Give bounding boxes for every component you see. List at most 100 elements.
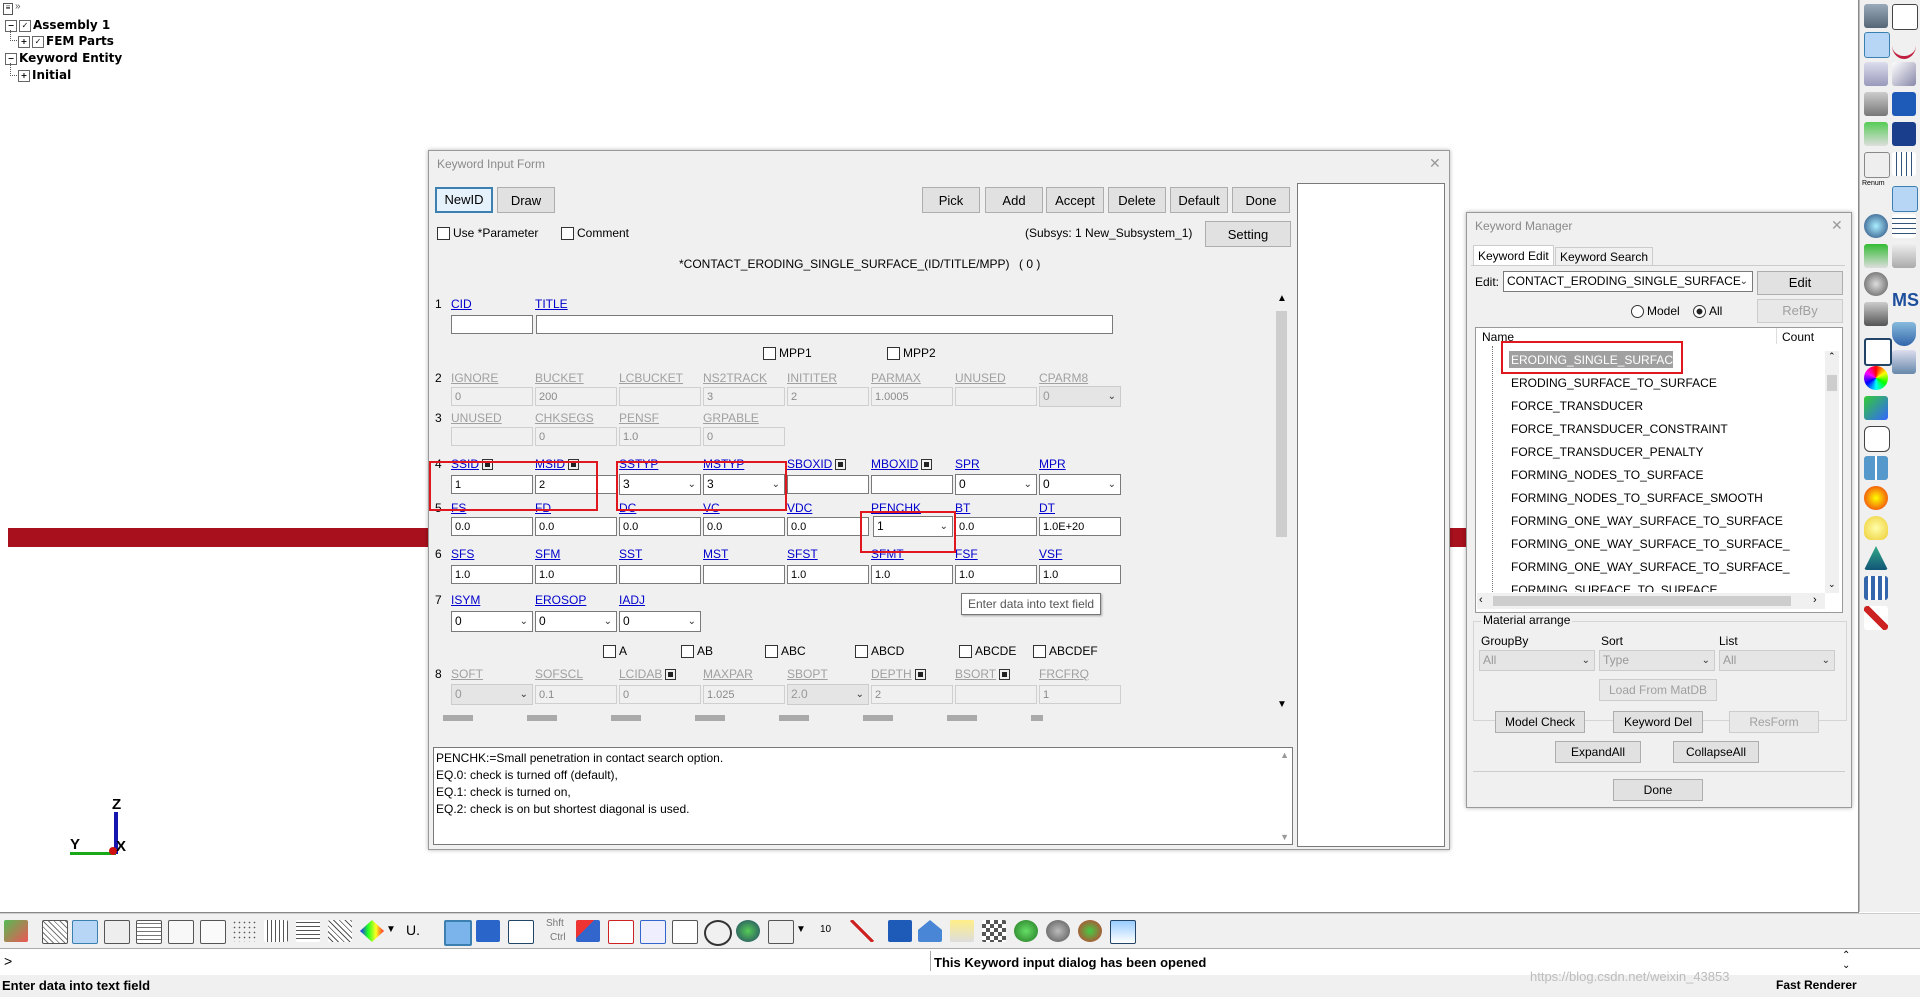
refby-button[interactable]: RefBy <box>1757 299 1843 323</box>
isym-select[interactable]: 0 ⌄ <box>451 611 533 632</box>
spr-link[interactable]: SPR <box>955 457 980 471</box>
setting-button[interactable]: Setting <box>1205 221 1291 247</box>
list-item[interactable]: FORMING_NODES_TO_SURFACE_SMOOTH <box>1511 491 1763 505</box>
tree-item-assembly[interactable]: − ✓ Assembly 1 <box>5 18 110 32</box>
isym-link[interactable]: ISYM <box>451 593 480 607</box>
add-button[interactable]: Add <box>985 187 1043 213</box>
pick-button[interactable]: Pick <box>922 187 980 213</box>
list-item[interactable]: ERODING_SINGLE_SURFACE <box>1511 353 1681 367</box>
part-list-icon[interactable] <box>1864 62 1888 86</box>
gears-icon[interactable] <box>1864 4 1888 28</box>
tree-expand-icon[interactable]: + <box>18 69 30 82</box>
scroll-left-icon[interactable]: ‹ <box>1479 594 1483 606</box>
scroll-down-icon[interactable]: ▼ <box>1280 832 1289 842</box>
cparm8-select[interactable]: 0 ⌄ <box>1039 386 1121 407</box>
use-parameter-checkbox[interactable] <box>437 227 450 240</box>
sfst-field[interactable]: 1.0 <box>787 565 869 584</box>
all-radio[interactable] <box>1693 305 1706 318</box>
title-field[interactable] <box>536 315 1113 334</box>
pensf-field[interactable]: 1.0 <box>619 427 701 446</box>
tree-item-keyword-entity[interactable]: − Keyword Entity <box>5 51 122 65</box>
bt-link[interactable]: BT <box>955 501 970 515</box>
vdc-field[interactable]: 0.0 <box>787 517 869 536</box>
newid-button[interactable]: NewID <box>435 187 493 213</box>
cube-hidden-icon[interactable] <box>168 920 194 944</box>
fringe-icon[interactable] <box>360 920 384 942</box>
tree-expand-icon[interactable]: + <box>18 35 30 48</box>
mst-link[interactable]: MST <box>703 547 728 561</box>
dots-icon[interactable] <box>232 920 256 942</box>
color-wheel-icon[interactable] <box>1864 366 1888 390</box>
frcfrq-field[interactable]: 1 <box>1039 685 1121 704</box>
mpp2-checkbox[interactable] <box>887 347 900 360</box>
cube-3d-icon[interactable] <box>888 920 912 942</box>
cube-edge-icon[interactable] <box>200 920 226 944</box>
list-item[interactable]: FORCE_TRANSDUCER <box>1511 399 1643 413</box>
scroll-down-icon[interactable]: ⌄ <box>1828 579 1836 590</box>
scroll-up-icon[interactable]: ▲ <box>1280 750 1289 760</box>
scroll-right-icon[interactable]: › <box>1813 594 1817 606</box>
tool-icon[interactable] <box>1864 302 1888 326</box>
sfm-link[interactable]: SFM <box>535 547 560 561</box>
mesh-cube-icon[interactable] <box>296 920 320 942</box>
scroll-up-icon[interactable]: ▲ <box>1277 293 1287 304</box>
list-hscrollbar[interactable]: ‹ › <box>1477 593 1825 609</box>
iadj-select[interactable]: 0 ⌄ <box>619 611 701 632</box>
ignore-field[interactable]: 0 <box>451 387 533 406</box>
edit-button[interactable]: Edit <box>1757 271 1843 295</box>
dt-field[interactable]: 1.0E+20 <box>1039 517 1121 536</box>
settings-list-icon[interactable] <box>1864 92 1888 116</box>
bucket-field[interactable]: 200 <box>535 387 617 406</box>
done-button[interactable]: Done <box>1232 187 1290 213</box>
parmax-field[interactable]: 1.0005 <box>871 387 953 406</box>
vdc-link[interactable]: VDC <box>787 501 812 515</box>
checker-icon[interactable] <box>982 920 1006 942</box>
tree-expand-icon[interactable]: » <box>15 1 21 12</box>
globe-icon[interactable] <box>736 920 760 942</box>
sort-select[interactable]: Type ⌄ <box>1599 650 1715 671</box>
sfs-field[interactable]: 1.0 <box>451 565 533 584</box>
comment-checkbox[interactable] <box>561 227 574 240</box>
bsort-field[interactable] <box>955 685 1037 704</box>
plane-icon[interactable] <box>1892 62 1916 86</box>
list-item[interactable]: FORCE_TRANSDUCER_PENALTY <box>1511 445 1703 459</box>
window-icon[interactable] <box>1864 338 1892 366</box>
sphere-icon[interactable] <box>1864 214 1888 238</box>
title-link[interactable]: TITLE <box>535 297 568 311</box>
depth-field[interactable]: 2 <box>871 685 953 704</box>
chksegs-field[interactable]: 0 <box>535 427 617 446</box>
soft-select[interactable]: 0 ⌄ <box>451 684 533 705</box>
tree-toggle-icon[interactable]: ≡ <box>3 3 13 15</box>
play-icon[interactable] <box>1014 920 1038 942</box>
spr-select[interactable]: 0 ⌄ <box>955 474 1037 495</box>
fd-field[interactable]: 0.0 <box>535 517 617 536</box>
box-icon[interactable] <box>768 920 794 944</box>
tree-icon[interactable] <box>1864 546 1888 570</box>
scroll-thumb[interactable] <box>1827 375 1837 391</box>
keyword-del-button[interactable]: Keyword Del <box>1613 711 1703 733</box>
curve-icon[interactable] <box>1892 32 1916 59</box>
tab-keyword-edit[interactable]: Keyword Edit <box>1473 245 1554 266</box>
list-icon[interactable] <box>1892 244 1916 268</box>
tab-keyword-search[interactable]: Keyword Search <box>1555 247 1654 266</box>
dropdown-arrow-icon[interactable]: ▼ <box>796 924 806 935</box>
scroll-icon[interactable]: ⌃ ⌄ <box>1842 951 1850 971</box>
cube-shaded-icon[interactable] <box>72 920 98 944</box>
gears-icon[interactable] <box>1046 920 1070 942</box>
page-icon[interactable] <box>1892 4 1918 30</box>
erosop-link[interactable]: EROSOP <box>535 593 586 607</box>
abcde-checkbox[interactable] <box>959 645 972 658</box>
shield-icon[interactable] <box>1892 322 1916 346</box>
abc-checkbox[interactable] <box>765 645 778 658</box>
mesh-grid-icon[interactable] <box>1892 214 1916 238</box>
scroll-thumb[interactable] <box>1276 311 1287 537</box>
default-button[interactable]: Default <box>1170 187 1228 213</box>
cube-blue-icon[interactable] <box>1892 92 1916 116</box>
tree-item-fem-parts[interactable]: + ✓ FEM Parts <box>18 34 114 48</box>
gear-icon[interactable] <box>1864 272 1888 296</box>
resform-button[interactable]: ResForm <box>1729 711 1819 733</box>
list-vscrollbar[interactable]: ⌃ ⌄ <box>1825 351 1839 593</box>
dropdown-arrow-icon[interactable]: ▼ <box>386 924 396 935</box>
zoom-icon[interactable] <box>640 920 666 944</box>
mpp1-checkbox[interactable] <box>763 347 776 360</box>
